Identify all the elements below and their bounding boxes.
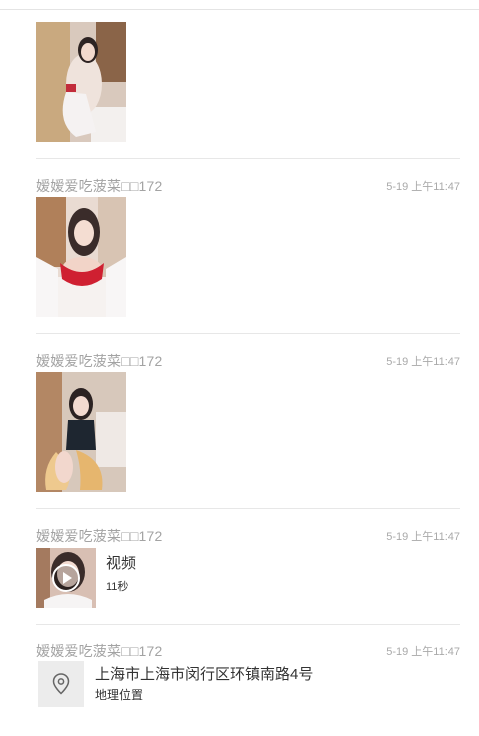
video-duration: 11秒 bbox=[106, 581, 129, 593]
video-title: 视频 bbox=[106, 555, 137, 572]
divider bbox=[36, 158, 460, 159]
location-address[interactable]: 上海市上海市闵行区环镇南路4号 bbox=[95, 663, 313, 684]
image-attachment[interactable] bbox=[36, 22, 126, 142]
message-time: 5-19 上午11:47 bbox=[386, 356, 460, 368]
location-type-label: 地理位置 bbox=[95, 688, 144, 702]
message-time: 5-19 上午11:47 bbox=[386, 181, 460, 193]
divider bbox=[36, 624, 460, 625]
image-attachment[interactable] bbox=[36, 197, 126, 317]
divider bbox=[36, 508, 460, 509]
video-thumbnail[interactable] bbox=[36, 548, 96, 608]
sender-name: 嫒嫒爱吃菠菜□□172 bbox=[36, 353, 163, 369]
sender-name: 嫒嫒爱吃菠菜□□172 bbox=[36, 528, 163, 544]
message-time: 5-19 上午11:47 bbox=[386, 646, 460, 658]
location-card-icon[interactable] bbox=[38, 661, 84, 707]
top-bar bbox=[0, 0, 479, 10]
divider bbox=[36, 333, 460, 334]
play-icon[interactable] bbox=[51, 563, 81, 593]
sender-name: 嫒嫒爱吃菠菜□□172 bbox=[36, 178, 163, 194]
location-pin-icon bbox=[52, 673, 70, 695]
image-attachment[interactable] bbox=[36, 372, 126, 492]
sender-name: 嫒嫒爱吃菠菜□□172 bbox=[36, 643, 163, 659]
message-time: 5-19 上午11:47 bbox=[386, 531, 460, 543]
